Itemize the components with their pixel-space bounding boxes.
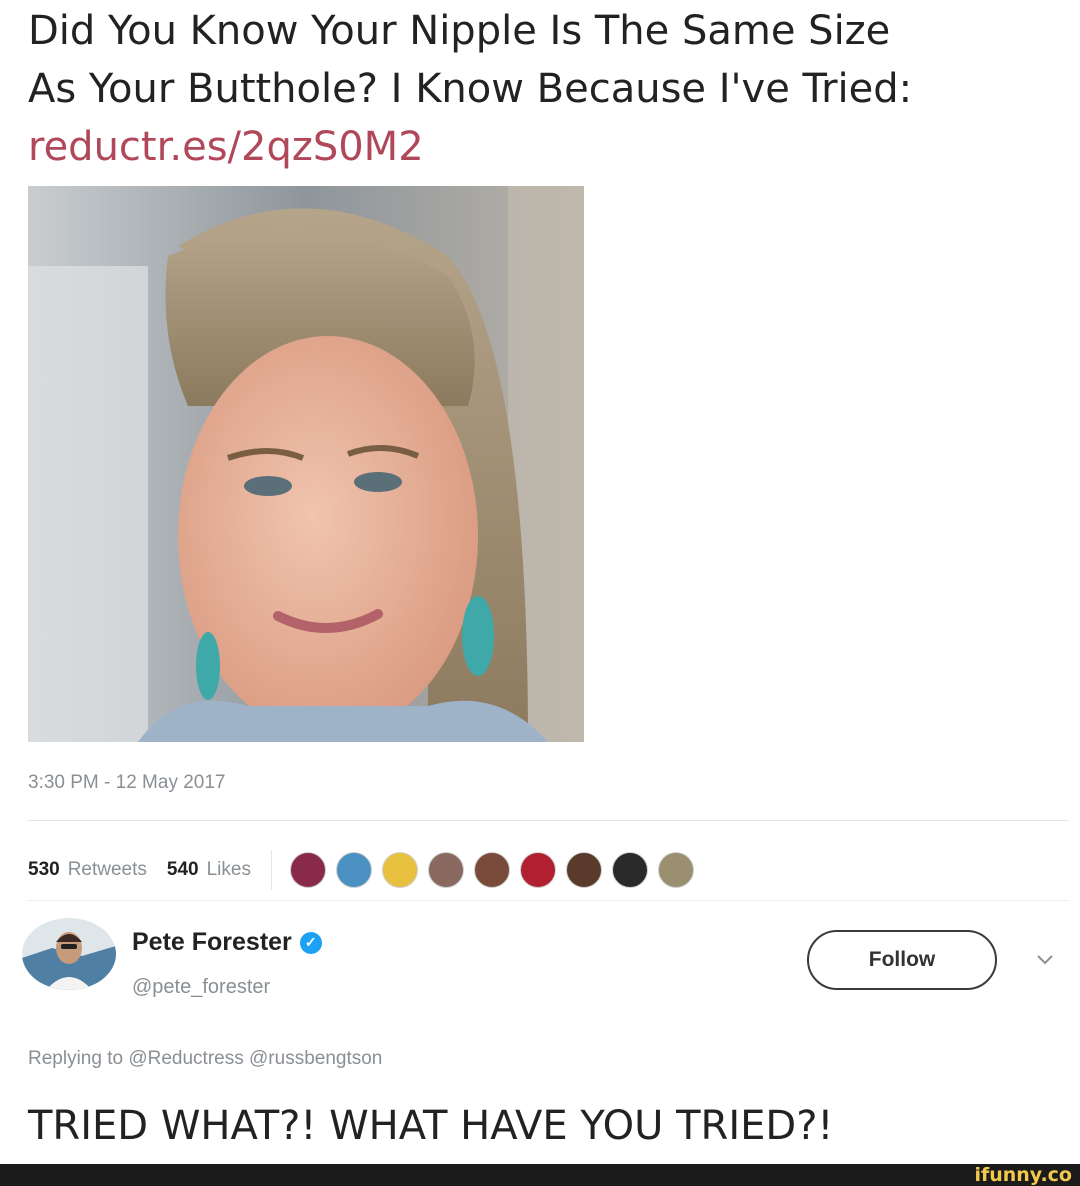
tweet-text-line: As Your Butthole? I Know Because I've Tr… bbox=[28, 66, 913, 112]
reply-author-name[interactable]: Pete Forester ✓ bbox=[132, 928, 322, 957]
mention-link[interactable]: @Reductress bbox=[128, 1048, 243, 1069]
reply-author-name-text: Pete Forester bbox=[132, 928, 292, 956]
tweet-text-line: Did You Know Your Nipple Is The Same Siz… bbox=[28, 8, 891, 54]
liker-avatars bbox=[289, 852, 704, 888]
replying-to: Replying to @Reductress @russbengtson bbox=[28, 1048, 382, 1070]
liker-avatar[interactable] bbox=[473, 852, 510, 888]
replying-to-label: Replying to bbox=[28, 1048, 124, 1069]
reply-author-handle[interactable]: @pete_forester bbox=[132, 976, 270, 999]
liker-avatar[interactable] bbox=[427, 852, 464, 888]
avatar[interactable] bbox=[22, 918, 116, 990]
tweet-photo[interactable] bbox=[28, 186, 584, 742]
divider bbox=[270, 850, 272, 890]
liker-avatar[interactable] bbox=[611, 852, 648, 888]
verified-icon: ✓ bbox=[299, 931, 322, 954]
reply-text: TRIED WHAT?! WHAT HAVE YOU TRIED?! bbox=[28, 1103, 834, 1149]
likes-stat[interactable]: 540 Likes bbox=[167, 859, 251, 881]
likes-label: Likes bbox=[206, 859, 251, 880]
watermark-logo: ifunny.co bbox=[974, 1164, 1072, 1186]
likes-count: 540 bbox=[166, 859, 199, 880]
follow-button[interactable]: Follow bbox=[807, 930, 997, 990]
divider bbox=[28, 820, 1068, 821]
chevron-down-icon[interactable] bbox=[1034, 948, 1056, 970]
mention-link[interactable]: @russbengtson bbox=[249, 1048, 382, 1069]
retweets-stat[interactable]: 530 Retweets bbox=[28, 859, 147, 881]
liker-avatar[interactable] bbox=[657, 852, 694, 888]
retweets-count: 530 bbox=[28, 859, 60, 880]
divider bbox=[28, 900, 1068, 901]
tweet-text: Did You Know Your Nipple Is The Same Siz… bbox=[28, 2, 1068, 176]
tweet-stats: 530 Retweets 540 Likes bbox=[28, 850, 704, 890]
liker-avatar[interactable] bbox=[519, 852, 556, 888]
footer-bar bbox=[0, 1164, 1080, 1186]
tweet-timestamp[interactable]: 3:30 PM - 12 May 2017 bbox=[28, 772, 226, 794]
liker-avatar[interactable] bbox=[381, 852, 418, 888]
tweet-link[interactable]: reductr.es/2qzS0M2 bbox=[28, 118, 1068, 176]
liker-avatar[interactable] bbox=[335, 852, 372, 888]
liker-avatar[interactable] bbox=[565, 852, 602, 888]
retweets-label: Retweets bbox=[67, 859, 147, 880]
liker-avatar[interactable] bbox=[289, 852, 326, 888]
